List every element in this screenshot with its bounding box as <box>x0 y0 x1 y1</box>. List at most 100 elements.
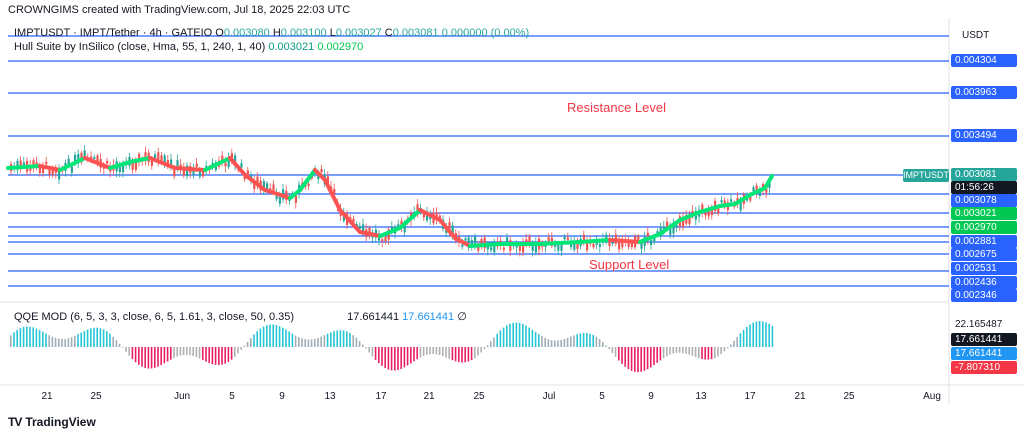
qqe-bar <box>326 333 329 347</box>
qqe-bar <box>352 335 354 347</box>
hull-segment <box>578 238 612 244</box>
qqe-bar <box>582 332 585 347</box>
qqe-bar <box>157 347 159 367</box>
qqe-bar <box>579 333 582 347</box>
qqe-bar <box>435 347 438 355</box>
symbol-name: IMPTUSDT · IMPT/Tether · 4h · GATEIO <box>14 27 213 39</box>
eye-icon[interactable]: ∅ <box>457 311 467 323</box>
qqe-bar <box>58 338 60 347</box>
candle-body <box>461 244 464 247</box>
qqe-bar <box>346 331 348 347</box>
close-value: 0.003081 <box>392 27 439 39</box>
time-tick: 21 <box>423 391 435 402</box>
candle-body <box>134 161 137 170</box>
qqe-bar <box>298 337 300 347</box>
qqe-bar <box>746 326 748 347</box>
qqe-bar <box>547 339 550 347</box>
qqe-bar <box>762 321 764 347</box>
qqe-bar <box>83 330 86 347</box>
qqe-bar <box>310 339 313 347</box>
qqe-bar <box>768 323 770 347</box>
qqe-bar <box>208 347 210 364</box>
qqe-bar <box>662 347 665 359</box>
qqe-bar <box>515 322 518 347</box>
qqe-bar <box>733 340 735 347</box>
qqe-bar <box>666 347 668 357</box>
time-tick: 13 <box>324 391 336 402</box>
qqe-bar <box>70 337 73 347</box>
qqe-bar <box>22 327 25 347</box>
resistance-annotation: Resistance Level <box>567 100 666 115</box>
qqe-bar <box>509 323 511 347</box>
qqe-bar <box>365 347 367 349</box>
chart-canvas[interactable] <box>0 0 1024 436</box>
time-tick: Jul <box>542 391 556 402</box>
qqe-bar <box>118 343 121 347</box>
time-tick: 9 <box>648 391 654 402</box>
qqe-bar <box>400 347 402 369</box>
brand-name: TradingView <box>25 415 96 429</box>
qqe-bar <box>144 347 146 368</box>
time-tick: 21 <box>794 391 806 402</box>
hull-legend[interactable]: Hull Suite by InSilico (close, Hma, 55, … <box>14 41 363 53</box>
qqe-bar <box>106 331 108 347</box>
qqe-bar <box>176 347 178 357</box>
qqe-legend[interactable]: QQE MOD (6, 5, 3, 3, close, 6, 5, 1.61, … <box>14 310 467 323</box>
hull-value-2: 0.002970 <box>317 41 364 53</box>
qqe-bar <box>518 323 521 347</box>
candle-body <box>48 169 51 175</box>
qqe-bar <box>752 322 754 347</box>
currency-label[interactable]: USDT <box>962 30 989 41</box>
qqe-bar <box>323 335 326 347</box>
qqe-bar <box>272 324 274 347</box>
qqe-bar <box>480 347 482 353</box>
qqe-bar <box>394 347 396 371</box>
qqe-bar <box>224 347 226 364</box>
qqe-bar <box>448 347 450 359</box>
qqe-bar <box>416 347 418 360</box>
qqe-bar <box>634 347 636 372</box>
qqe-bar <box>378 347 380 364</box>
qqe-bar <box>701 347 703 360</box>
qqe-bar <box>147 347 150 369</box>
qqe-bar <box>48 335 50 347</box>
qqe-bar <box>576 334 578 347</box>
qqe-bar <box>333 331 335 347</box>
qqe-bar <box>653 347 655 366</box>
price-label-level-11: 0.002346 <box>951 289 1017 302</box>
symbol-legend[interactable]: IMPTUSDT · IMPT/Tether · 4h · GATEIO O0.… <box>14 27 529 39</box>
price-label-level-2: 0.003963 <box>951 86 1017 99</box>
hull-segment <box>468 242 502 248</box>
qqe-bar <box>426 347 428 355</box>
qqe-label-neg: -7.807310 <box>951 361 1017 374</box>
qqe-bar <box>771 325 774 347</box>
qqe-bar <box>483 347 486 349</box>
qqe-bar <box>691 347 694 356</box>
qqe-bar <box>214 347 217 365</box>
qqe-bar <box>758 321 761 347</box>
qqe-bar <box>237 347 239 354</box>
qqe-bar <box>10 335 12 347</box>
candle-body <box>592 243 595 248</box>
qqe-bar <box>723 347 726 352</box>
qqe-bar <box>195 347 198 358</box>
qqe-bar <box>698 347 700 359</box>
time-tick: Jun <box>173 391 191 402</box>
qqe-bar <box>506 325 508 347</box>
last-price-label: 0.003081 <box>951 168 1017 181</box>
tradingview-brand[interactable]: ⁠TV TradingView <box>8 415 96 429</box>
qqe-bar <box>291 333 294 347</box>
candle-body <box>272 184 275 191</box>
qqe-bar <box>621 347 623 364</box>
qqe-bar <box>419 347 422 358</box>
qqe-bar <box>320 336 322 347</box>
qqe-bar <box>93 327 95 347</box>
qqe-bar <box>262 326 265 347</box>
candle-body <box>240 163 243 168</box>
qqe-bar <box>531 329 534 347</box>
qqe-value-1: 17.661441 <box>347 311 400 323</box>
qqe-bar <box>349 332 351 347</box>
qqe-bar <box>371 347 374 357</box>
qqe-bar <box>86 329 89 347</box>
open-value: 0.003080 <box>223 27 270 39</box>
